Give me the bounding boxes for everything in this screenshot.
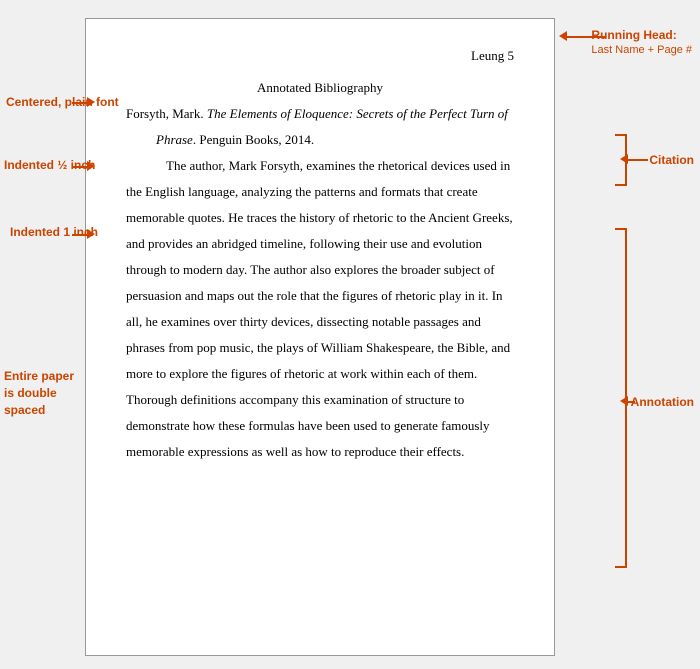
running-head-title-text: Running Head: <box>591 28 676 42</box>
indented-half-arrowhead <box>87 161 95 171</box>
bibliography-title: Annotated Bibliography <box>126 75 514 101</box>
running-head-text: Leung 5 <box>471 48 514 63</box>
centered-arrowhead <box>87 97 95 107</box>
citation-block: Forsyth, Mark. The Elements of Eloquence… <box>126 101 514 153</box>
running-head-arrow-line <box>567 36 605 38</box>
annotation-label-text: Annotation <box>631 395 694 409</box>
indented-one-arrowhead <box>87 229 95 239</box>
citation-normal-end: . Penguin Books, 2014. <box>193 132 314 147</box>
centered-plain-label: Centered, plain font <box>6 95 119 109</box>
double-spaced-text: Entire paper is double spaced <box>4 368 76 418</box>
indented-half-text: Indented ½ inch <box>4 158 95 172</box>
annotation-block: The author, Mark Forsyth, examines the r… <box>126 153 514 465</box>
annotation-label-arrowhead <box>620 396 628 406</box>
document-page: Leung 5 Annotated Bibliography Forsyth, … <box>85 18 555 656</box>
indented-half-arrow-line <box>72 166 87 168</box>
running-head: Leung 5 <box>126 47 514 65</box>
running-head-desc-text: Last Name + Page # <box>591 44 692 56</box>
citation-label: Citation <box>649 153 694 167</box>
indented-one-arrow-line <box>72 234 87 236</box>
indented-one-text: Indented 1 inch <box>10 225 98 239</box>
citation-normal-start: Forsyth, Mark. <box>126 106 207 121</box>
indented-half-label: Indented ½ inch <box>4 158 95 172</box>
citation-label-arrowhead <box>620 154 628 164</box>
annotation-label: Annotation <box>631 395 694 409</box>
centered-plain-text: Centered, plain font <box>6 95 119 109</box>
annotation-label-arrow <box>628 401 635 403</box>
citation-label-text: Citation <box>649 153 694 167</box>
citation-label-arrow <box>628 159 648 161</box>
centered-arrow-line <box>72 102 87 104</box>
indented-one-label: Indented 1 inch <box>10 225 98 239</box>
running-head-label: Running Head: Last Name + Page # <box>591 28 692 56</box>
double-spaced-label: Entire paper is double spaced <box>4 368 76 418</box>
running-head-arrowhead <box>559 31 567 41</box>
